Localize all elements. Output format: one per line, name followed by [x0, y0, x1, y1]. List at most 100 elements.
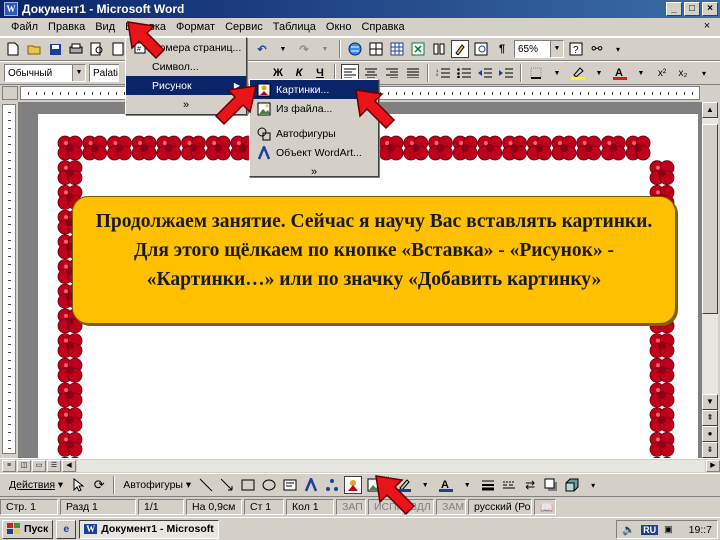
expand-menu-icon[interactable]: »: [250, 162, 378, 181]
highlight-icon[interactable]: [569, 64, 587, 82]
font-color-dropdown-icon[interactable]: ▼: [632, 64, 650, 82]
scroll-down-icon[interactable]: ▼: [702, 394, 718, 410]
font-color-icon[interactable]: A: [437, 476, 455, 494]
web-view-icon[interactable]: ◫: [17, 459, 31, 472]
insert-excel-icon[interactable]: [409, 40, 427, 58]
redo-dropdown-icon[interactable]: ▼: [316, 40, 334, 58]
menu-table[interactable]: Таблица: [268, 21, 321, 33]
insert-clipart-icon[interactable]: [344, 476, 363, 494]
free-rotate-icon[interactable]: ⟳: [90, 476, 108, 494]
align-right-icon[interactable]: [383, 64, 401, 82]
volume-icon[interactable]: 🔈: [622, 523, 635, 536]
superscript-icon[interactable]: x²: [653, 64, 671, 82]
open-folder-icon[interactable]: [25, 40, 43, 58]
status-record[interactable]: ЗАП: [336, 499, 366, 515]
document-close-icon[interactable]: ×: [700, 20, 714, 34]
menu-file[interactable]: Файл: [6, 21, 43, 33]
zoom-combo[interactable]: 65% ▼: [514, 40, 564, 58]
print-layout-icon[interactable]: ▭: [32, 459, 46, 472]
text-box-icon[interactable]: [281, 476, 299, 494]
next-page-icon[interactable]: ⇟: [702, 442, 718, 458]
save-icon[interactable]: [46, 40, 64, 58]
scroll-left-icon[interactable]: ◀: [62, 459, 76, 472]
print-preview-icon[interactable]: [88, 40, 106, 58]
line-icon[interactable]: [197, 476, 215, 494]
3d-icon[interactable]: [563, 476, 581, 494]
menu-view[interactable]: Вид: [90, 21, 120, 33]
print-icon[interactable]: [67, 40, 85, 58]
start-button[interactable]: Пуск: [2, 519, 54, 539]
chevron-down-icon[interactable]: ▼: [72, 65, 85, 81]
menu-help[interactable]: Справка: [356, 21, 409, 33]
highlight-dropdown-icon[interactable]: ▼: [590, 64, 608, 82]
toolbar-options-icon[interactable]: ▾: [609, 40, 627, 58]
show-formatting-icon[interactable]: ¶: [493, 40, 511, 58]
decrease-indent-icon[interactable]: [476, 64, 494, 82]
draw-actions-menu[interactable]: Действия ▾: [6, 479, 66, 491]
previous-page-icon[interactable]: ⇞: [702, 410, 718, 426]
arrow-style-icon[interactable]: ⇄: [521, 476, 539, 494]
shadow-icon[interactable]: [542, 476, 560, 494]
menu-window[interactable]: Окно: [321, 21, 357, 33]
diagram-icon[interactable]: [323, 476, 341, 494]
document-map-icon[interactable]: [472, 40, 490, 58]
drawing-icon[interactable]: [451, 40, 469, 58]
web-toolbar-icon[interactable]: [346, 40, 364, 58]
style-combo[interactable]: Обычный ▼: [4, 64, 86, 82]
menu-tools[interactable]: Сервис: [220, 21, 268, 33]
scroll-thumb[interactable]: [702, 124, 718, 314]
undo-dropdown-icon[interactable]: ▼: [274, 40, 292, 58]
status-overtype[interactable]: ЗАМ: [436, 499, 466, 515]
find-binoculars-icon[interactable]: ⚯: [588, 40, 606, 58]
close-button[interactable]: ×: [702, 2, 718, 16]
font-color-dropdown-icon[interactable]: ▼: [458, 476, 476, 494]
language-indicator[interactable]: RU: [641, 524, 659, 535]
tables-borders-icon[interactable]: [367, 40, 385, 58]
rectangle-icon[interactable]: [239, 476, 257, 494]
redo-icon[interactable]: ↷: [295, 40, 313, 58]
quicklaunch-ie-icon[interactable]: e: [56, 519, 77, 539]
minimize-button[interactable]: _: [666, 2, 682, 16]
normal-view-icon[interactable]: ≡: [2, 459, 16, 472]
wordart-icon[interactable]: [302, 476, 320, 494]
borders-icon[interactable]: [527, 64, 545, 82]
select-objects-icon[interactable]: [69, 476, 87, 494]
tray-app-icon[interactable]: ▣: [664, 524, 673, 535]
outline-view-icon[interactable]: ☰: [47, 459, 61, 472]
line-style-icon[interactable]: [479, 476, 497, 494]
new-document-icon[interactable]: [4, 40, 22, 58]
columns-icon[interactable]: [430, 40, 448, 58]
chevron-down-icon[interactable]: ▼: [550, 41, 563, 57]
maximize-button[interactable]: □: [684, 2, 700, 16]
scroll-right-icon[interactable]: ▶: [706, 459, 720, 472]
horizontal-scrollbar[interactable]: [77, 459, 705, 472]
browse-object-icon[interactable]: ●: [702, 426, 718, 442]
wordart-item[interactable]: Объект WordArt...: [250, 143, 378, 162]
autoshapes-menu[interactable]: Автофигуры ▾: [120, 479, 194, 491]
flower-border-element: [649, 407, 675, 433]
borders-dropdown-icon[interactable]: ▼: [548, 64, 566, 82]
toolbar-options-icon[interactable]: ▾: [584, 476, 602, 494]
undo-icon[interactable]: ↶: [253, 40, 271, 58]
oval-icon[interactable]: [260, 476, 278, 494]
menu-edit[interactable]: Правка: [43, 21, 90, 33]
increase-indent-icon[interactable]: [497, 64, 515, 82]
help-icon[interactable]: ?: [567, 40, 585, 58]
taskbar-word-document[interactable]: W Документ1 - Microsoft: [79, 519, 220, 539]
font-color-icon[interactable]: A: [611, 64, 629, 82]
bullets-icon[interactable]: [455, 64, 473, 82]
tab-selector[interactable]: [2, 86, 18, 100]
font-combo[interactable]: Palati: [89, 64, 119, 82]
vertical-ruler[interactable]: [2, 104, 16, 454]
toolbar-options-icon[interactable]: ▾: [695, 64, 713, 82]
spelling-status-icon[interactable]: 📖: [534, 499, 556, 515]
subscript-icon[interactable]: x₂: [674, 64, 692, 82]
numbering-icon[interactable]: 12: [434, 64, 452, 82]
insert-table-icon[interactable]: [388, 40, 406, 58]
menu-format[interactable]: Формат: [171, 21, 220, 33]
arrow-icon[interactable]: [218, 476, 236, 494]
dash-style-icon[interactable]: [500, 476, 518, 494]
vertical-scrollbar[interactable]: ▲ ▼ ⇞ ● ⇟: [702, 102, 718, 458]
scroll-up-icon[interactable]: ▲: [702, 102, 718, 118]
justify-icon[interactable]: [404, 64, 422, 82]
